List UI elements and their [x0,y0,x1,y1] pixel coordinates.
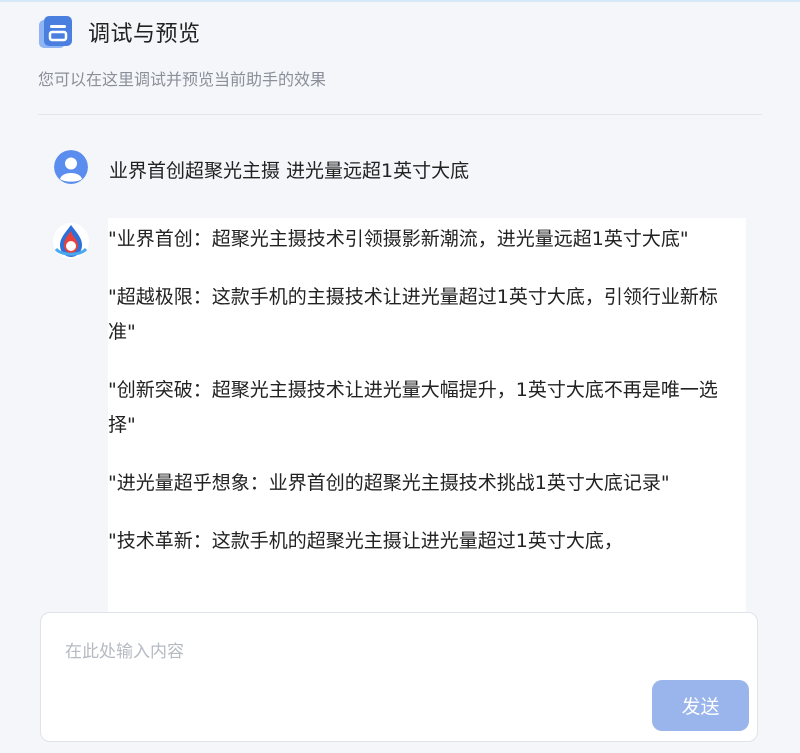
assistant-paragraph: "技术革新：这款手机的超聚光主摄让进光量超过1英寸大底， [108,530,623,552]
assistant-paragraph: "超越极限：这款手机的主摄技术让进光量超过1英寸大底，引领行业新标准" [108,286,718,343]
top-accent-line [0,0,800,2]
page-subtitle: 您可以在这里调试并预览当前助手的效果 [38,70,327,89]
user-message: 业界首创超聚光主摄 进光量远超1英寸大底 [54,150,469,188]
header-divider [38,114,762,115]
panel-header: 调试与预览 您可以在这里调试并预览当前助手的效果 [38,10,762,90]
assistant-paragraph: "创新突破：超聚光主摄技术让进光量大幅提升，1英寸大底不再是唯一选择" [108,379,718,436]
assistant-logo-icon [52,222,90,260]
assistant-paragraph: "业界首创：超聚光主摄技术引领摄影新潮流，进光量远超1英寸大底" [108,228,689,250]
document-preview-icon [38,14,74,50]
assistant-message: "业界首创：超聚光主摄技术引领摄影新潮流，进光量远超1英寸大底" "超越极限：这… [108,218,746,618]
send-button[interactable]: 发送 [652,680,749,731]
message-composer: 发送 [40,612,758,742]
page-title: 调试与预览 [88,22,201,47]
assistant-paragraph: "进光量超乎想象：业界首创的超聚光主摄技术挑战1英寸大底记录" [108,472,670,494]
user-avatar-icon [54,150,88,188]
message-input[interactable] [63,635,727,699]
user-message-text: 业界首创超聚光主摄 进光量远超1英寸大底 [109,159,470,182]
